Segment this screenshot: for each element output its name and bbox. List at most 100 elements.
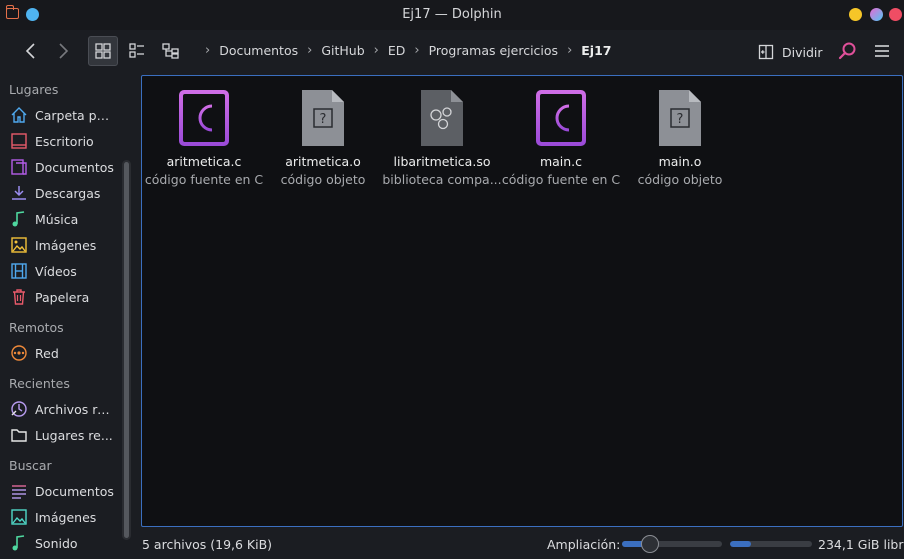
documents-icon <box>10 158 28 176</box>
desktop-icon <box>10 132 28 150</box>
file-name: main.c <box>539 154 583 169</box>
c-source-icon <box>533 86 589 150</box>
downloads-icon <box>10 184 28 202</box>
sidebar-item-network[interactable]: Red <box>10 341 114 365</box>
sidebar-item-desktop[interactable]: Escritorio <box>10 129 114 153</box>
window-title: Ej17 — Dolphin <box>402 7 502 22</box>
breadcrumb-separator: › <box>567 43 573 58</box>
sidebar-item-label: Imágenes <box>35 237 97 253</box>
forward-button[interactable] <box>48 36 78 66</box>
details-view-icon <box>129 43 144 58</box>
search-documents-icon <box>10 482 28 500</box>
music-icon <box>10 210 28 228</box>
split-view-label: Dividir <box>782 44 823 60</box>
recent-files-icon <box>10 400 28 418</box>
unknown-file-icon: ? <box>652 86 708 150</box>
zoom-slider[interactable] <box>622 541 722 547</box>
file-item[interactable]: libaritmetica.so biblioteca compa... <box>381 86 503 187</box>
sidebar-item-trash[interactable]: Papelera <box>10 285 114 309</box>
breadcrumb-separator: › <box>414 43 420 58</box>
minimize-button[interactable] <box>849 8 862 21</box>
places-panel: Lugares Carpeta pe... Escritorio Documen… <box>0 74 136 559</box>
icons-view-icon <box>95 43 111 59</box>
svg-text:?: ? <box>320 112 327 127</box>
breadcrumb-ed[interactable]: ED <box>388 43 406 58</box>
sidebar-item-videos[interactable]: Vídeos <box>10 259 114 283</box>
free-space-label: 234,1 GiB libre <box>818 537 904 552</box>
breadcrumb-current[interactable]: Ej17 <box>581 43 611 58</box>
c-source-icon <box>176 86 232 150</box>
breadcrumb: › Documentos › GitHub › ED › Programas e… <box>196 43 611 58</box>
zoom-label: Ampliación: <box>547 537 621 552</box>
split-view-button[interactable]: Dividir <box>758 39 823 65</box>
close-button[interactable] <box>889 8 902 21</box>
hamburger-menu-icon <box>875 45 889 57</box>
sidebar-item-recent-files[interactable]: Archivos re... <box>10 397 114 421</box>
sidebar-item-recent-places[interactable]: Lugares re... <box>10 423 114 447</box>
sidebar-item-label: Archivos re... <box>35 401 114 417</box>
breadcrumb-separator: › <box>307 43 313 58</box>
breadcrumb-github[interactable]: GitHub <box>321 43 364 58</box>
sidebar-item-search-documents[interactable]: Documentos <box>10 479 114 503</box>
sidebar-item-label: Lugares re... <box>35 427 113 443</box>
menu-button[interactable] <box>867 36 897 66</box>
pictures-icon <box>10 236 28 254</box>
shared-library-icon <box>414 86 470 150</box>
file-view[interactable]: aritmetica.c código fuente en C ? aritme… <box>141 75 903 527</box>
file-type: código objeto <box>637 172 723 187</box>
trash-icon <box>10 288 28 306</box>
split-view-icon <box>758 44 774 60</box>
back-arrow-icon <box>25 43 35 59</box>
maximize-button[interactable] <box>870 8 883 21</box>
file-name: aritmetica.o <box>285 154 361 169</box>
sidebar-item-label: Sonido <box>35 535 78 551</box>
toolbar: › Documentos › GitHub › ED › Programas e… <box>0 30 904 74</box>
file-item[interactable]: main.c código fuente en C <box>500 86 622 187</box>
file-name: main.o <box>658 154 702 169</box>
sidebar-item-home[interactable]: Carpeta pe... <box>10 103 114 127</box>
breadcrumb-separator: › <box>373 43 379 58</box>
sidebar-item-documents[interactable]: Documentos <box>10 155 114 179</box>
section-lugares: Lugares <box>9 82 59 97</box>
home-icon <box>10 106 28 124</box>
file-item[interactable]: ? main.o código objeto <box>619 86 741 187</box>
tree-view-button[interactable] <box>156 36 186 66</box>
title-bar: Ej17 — Dolphin <box>0 0 904 30</box>
details-view-button[interactable] <box>122 36 152 66</box>
section-recientes: Recientes <box>9 376 70 391</box>
section-remotos: Remotos <box>9 320 64 335</box>
file-item[interactable]: aritmetica.c código fuente en C <box>143 86 265 187</box>
recent-places-icon <box>10 426 28 444</box>
file-type: código fuente en C <box>144 172 264 187</box>
sidebar-item-label: Escritorio <box>35 133 94 149</box>
sidebar-item-search-images[interactable]: Imágenes <box>10 505 114 529</box>
sidebar-item-label: Música <box>35 211 79 227</box>
search-icon <box>838 42 856 60</box>
zoom-slider-handle[interactable] <box>641 535 659 553</box>
sidebar-item-label: Vídeos <box>35 263 77 279</box>
forward-arrow-icon <box>59 43 69 59</box>
file-name: libaritmetica.so <box>393 154 491 169</box>
sidebar-item-downloads[interactable]: Descargas <box>10 181 114 205</box>
breadcrumb-programas-ejercicios[interactable]: Programas ejercicios <box>429 43 558 58</box>
file-item[interactable]: ? aritmetica.o código objeto <box>262 86 384 187</box>
sidebar-scrollbar[interactable] <box>122 160 131 540</box>
file-name: aritmetica.c <box>166 154 242 169</box>
search-images-icon <box>10 508 28 526</box>
sidebar-item-pictures[interactable]: Imágenes <box>10 233 114 257</box>
sidebar-item-search-audio[interactable]: Sonido <box>10 531 114 555</box>
videos-icon <box>10 262 28 280</box>
sidebar-item-music[interactable]: Música <box>10 207 114 231</box>
status-summary: 5 archivos (19,6 KiB) <box>142 537 273 552</box>
breadcrumb-documentos[interactable]: Documentos <box>219 43 298 58</box>
section-buscar: Buscar <box>9 458 52 473</box>
tree-view-icon <box>162 43 179 59</box>
svg-text:?: ? <box>677 112 684 127</box>
sidebar-item-label: Imágenes <box>35 509 97 525</box>
sidebar-item-label: Papelera <box>35 289 90 305</box>
file-type: código objeto <box>280 172 366 187</box>
icons-view-button[interactable] <box>88 36 118 66</box>
search-button[interactable] <box>832 36 862 66</box>
back-button[interactable] <box>16 36 46 66</box>
disk-space-bar <box>730 541 812 547</box>
